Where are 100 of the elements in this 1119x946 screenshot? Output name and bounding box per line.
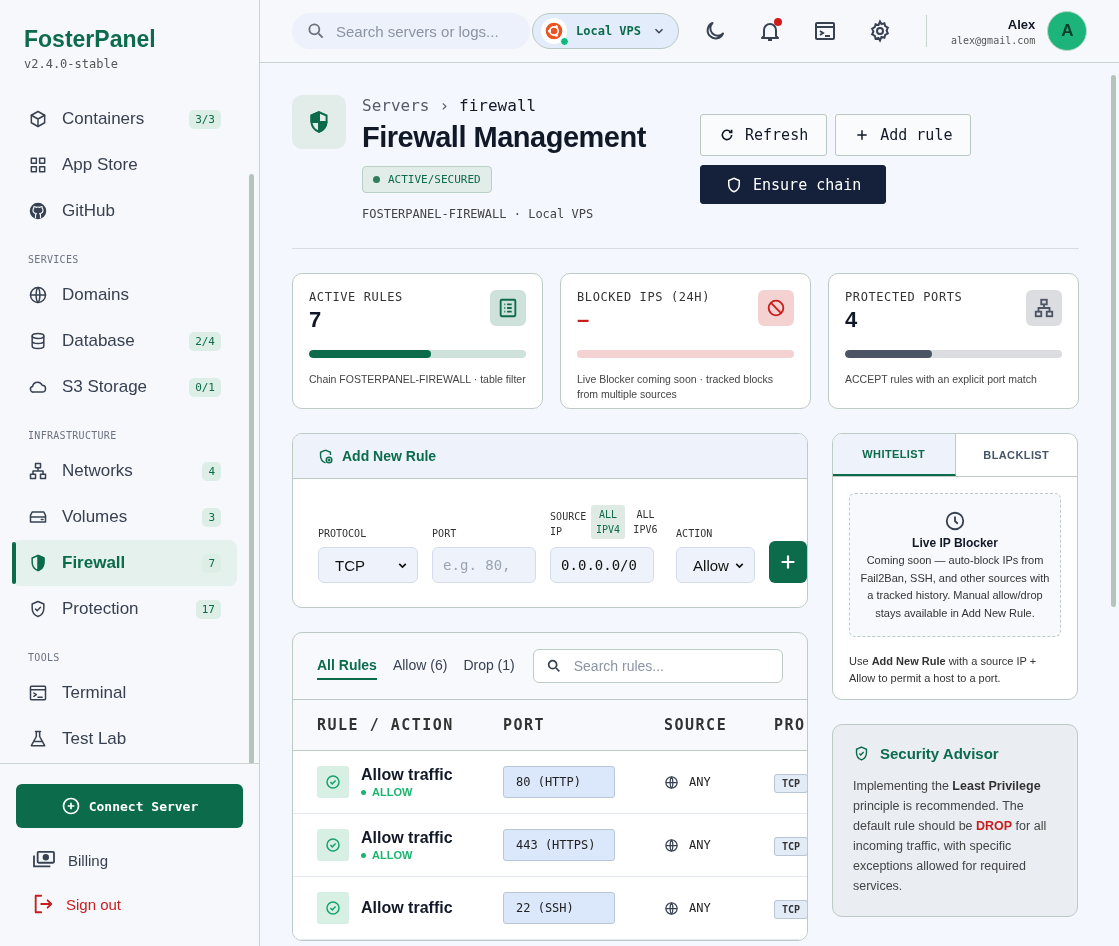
action-label: ALLOW: [361, 786, 453, 798]
sidebar-item[interactable]: Firewall 7: [12, 540, 237, 586]
user-avatar[interactable]: A: [1047, 11, 1088, 51]
sidebar-item[interactable]: Volumes 3: [12, 494, 237, 540]
advisor-title: Security Advisor: [880, 745, 999, 763]
breadcrumb-separator: ›: [439, 96, 450, 115]
search-input[interactable]: Search rules...: [571, 657, 770, 675]
column-header: PORT: [503, 716, 547, 734]
terminal-icon[interactable]: [813, 19, 837, 43]
search-icon: [306, 21, 326, 41]
refresh-button[interactable]: Refresh: [700, 114, 828, 156]
section-label: SERVICES: [27, 253, 80, 267]
shieldfill-icon: [28, 553, 48, 573]
field-label: PORT: [432, 528, 458, 539]
money-icon: [32, 850, 56, 870]
source-preset-toggle[interactable]: ALL IPV6: [628, 505, 663, 539]
count-badge: 3: [202, 507, 221, 527]
globe-icon: [664, 900, 679, 916]
section-label: INFRASTRUCTURE: [27, 429, 118, 443]
clock-icon: [944, 510, 966, 532]
search-icon: [545, 658, 562, 674]
count-badge: 3/3: [189, 109, 221, 129]
brand-name: FosterPanel: [24, 26, 157, 53]
card-title: Add New Rule: [342, 448, 437, 464]
user-email: alex@gmail.com: [951, 34, 1036, 46]
settings-icon[interactable]: [868, 19, 892, 43]
ban-icon: [758, 290, 794, 326]
breadcrumb-link[interactable]: Servers: [362, 96, 430, 115]
field-label: PROTOCOL: [318, 528, 368, 539]
status-badge: ACTIVE/SECURED: [362, 166, 492, 193]
column-header: PRO: [774, 716, 807, 734]
globe-icon: [664, 774, 679, 790]
shield-icon: [725, 175, 743, 194]
page-title: Firewall Management: [362, 121, 646, 154]
port-input[interactable]: e.g. 80,: [432, 547, 537, 583]
refresh-icon: [719, 127, 735, 143]
protocol-tag: TCP: [774, 774, 807, 793]
port-tag: 22 (SSH): [503, 892, 615, 924]
count-badge: 0/1: [189, 377, 221, 397]
server-selector[interactable]: Local VPS: [532, 13, 679, 49]
source-value: ANY: [689, 838, 711, 852]
shield-plus-icon: [317, 447, 334, 465]
rule-name: Allow traffic: [361, 766, 453, 784]
rule-name: Allow traffic: [361, 899, 453, 917]
filter-tab[interactable]: All Rules: [317, 652, 377, 680]
source-value: ANY: [689, 901, 711, 915]
field-label: ACTION: [676, 528, 714, 539]
search-field[interactable]: Search rules...: [532, 649, 783, 683]
sidebar-item[interactable]: Domains: [12, 272, 237, 318]
sidebar-item[interactable]: App Store: [12, 142, 237, 188]
user-name: Alex: [1007, 16, 1036, 32]
grid-icon: [28, 155, 48, 175]
add-button[interactable]: [769, 541, 807, 583]
notification-bell-icon[interactable]: [758, 19, 782, 43]
sign-out-link[interactable]: Sign out: [16, 882, 243, 926]
sidebar-item[interactable]: Networks 4: [12, 448, 237, 494]
filter-tab[interactable]: Drop (1): [463, 652, 515, 680]
stat-note: Chain FOSTERPANEL-FIREWALL · table filter: [309, 372, 526, 387]
stat-value: 4: [845, 307, 859, 333]
search-field[interactable]: Search servers or logs...: [292, 13, 530, 49]
sidebar-item[interactable]: Terminal: [12, 670, 237, 716]
db-icon: [28, 331, 48, 351]
globe-icon: [28, 285, 48, 305]
ensure-chain-button[interactable]: Ensure chain: [700, 165, 887, 204]
connect-server-button[interactable]: Connect Server: [16, 784, 243, 828]
stat-label: ACTIVE RULES: [309, 290, 403, 304]
github-icon: [28, 201, 48, 221]
list-tab[interactable]: WHITELIST: [833, 434, 956, 476]
stat-label: BLOCKED IPS (24H): [577, 290, 711, 304]
search-input[interactable]: Search servers or logs...: [334, 21, 516, 41]
count-badge: 2/4: [189, 331, 221, 351]
column-header: SOURCE: [664, 716, 729, 734]
stat-value: –: [577, 307, 591, 333]
sidebar-item[interactable]: Database 2/4: [12, 318, 237, 364]
column-header: RULE / ACTION: [317, 716, 455, 734]
list-tab[interactable]: BLACKLIST: [955, 434, 1077, 476]
source-preset-toggle[interactable]: ALL IPV4: [591, 505, 625, 539]
protocol-select[interactable]: TCP: [318, 547, 419, 583]
logout-icon: [32, 893, 54, 915]
source-ip-input[interactable]: 0.0.0.0/0: [550, 547, 655, 583]
stat-value: 7: [309, 307, 323, 333]
sidebar-item[interactable]: Test Lab: [12, 716, 237, 762]
sidebar-item[interactable]: Containers 3/3: [12, 96, 237, 142]
sidebar-item[interactable]: GitHub: [12, 188, 237, 234]
os-logo-icon: [544, 21, 564, 41]
network-icon: [28, 461, 48, 481]
sidebar-item[interactable]: Protection 17: [12, 586, 237, 632]
sidebar-item[interactable]: S3 Storage 0/1: [12, 364, 237, 410]
shield-icon: [292, 95, 346, 149]
action-select[interactable]: Allow: [676, 547, 755, 583]
rule-name: Allow traffic: [361, 829, 453, 847]
blocker-description: Coming soon — auto-block IPs from Fail2Ban, SSH, and other sources with a tracked history. Manual allow/drop stays available in Add New Rule.: [860, 553, 1050, 621]
flask-icon: [28, 729, 48, 749]
billing-link[interactable]: Billing: [16, 838, 243, 882]
plus-circle-icon: [60, 796, 81, 816]
section-label: TOOLS: [27, 651, 61, 665]
port-tag: 443 (HTTPS): [503, 829, 615, 861]
source-value: ANY: [689, 775, 711, 789]
add-rule-button[interactable]: Add rule: [835, 114, 972, 156]
filter-tab[interactable]: Allow (6): [392, 652, 448, 680]
